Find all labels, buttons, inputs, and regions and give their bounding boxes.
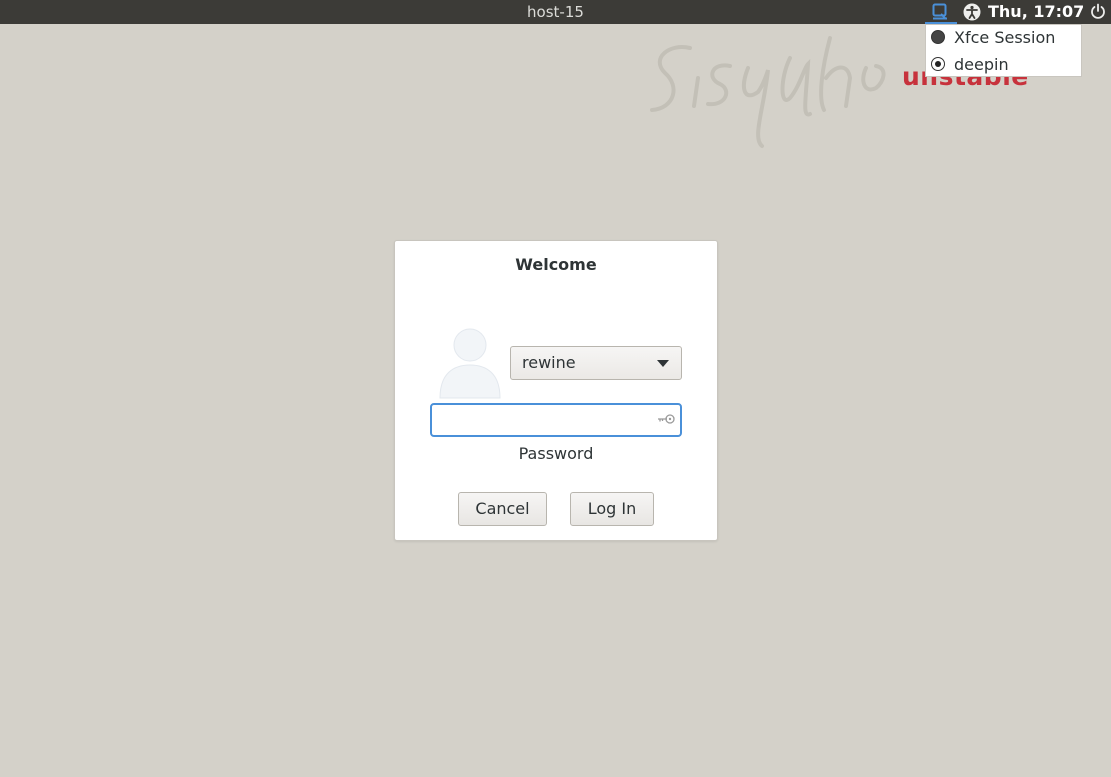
top-panel: host-15 Thu, 17:07 [0,0,1111,24]
clock[interactable]: Thu, 17:07 [988,2,1084,21]
key-icon [658,414,675,424]
cancel-button[interactable]: Cancel [458,492,547,526]
chevron-down-icon [657,360,669,367]
user-avatar-icon [439,328,501,399]
password-input[interactable] [438,409,652,433]
login-dialog: Welcome rewine Password Cancel Log In [394,240,718,541]
session-menu: Xfce Session deepin [925,24,1082,77]
session-option-label: Xfce Session [954,28,1056,47]
password-label: Password [518,444,594,463]
radio-selected-icon [931,57,945,71]
radio-unselected-icon [931,30,945,44]
session-icon [932,3,947,20]
password-field[interactable] [430,403,682,437]
accessibility-icon[interactable] [963,3,981,21]
background-logo-script [650,36,886,148]
selected-user: rewine [522,353,576,372]
power-icon[interactable] [1090,3,1106,20]
user-select-combo[interactable]: rewine [510,346,682,380]
session-option-label: deepin [954,55,1009,74]
login-button[interactable]: Log In [570,492,654,526]
session-option-xfce[interactable]: Xfce Session [926,25,1081,51]
session-option-deepin[interactable]: deepin [926,52,1081,78]
session-menu-button[interactable] [925,0,957,24]
dialog-title: Welcome [515,255,597,274]
